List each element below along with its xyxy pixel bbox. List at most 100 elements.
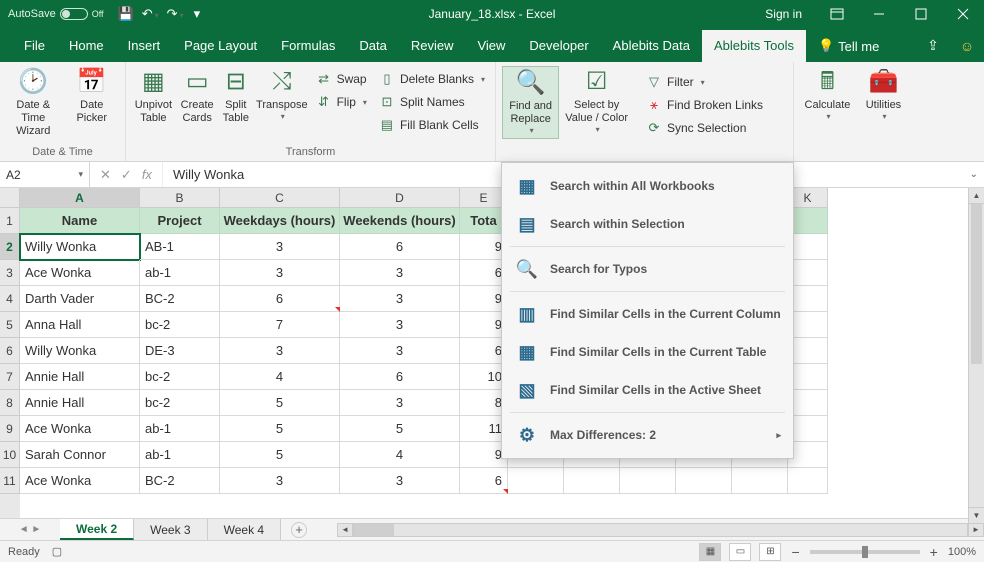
hscroll-right-icon[interactable]: ► (968, 523, 984, 537)
cell[interactable] (788, 312, 828, 338)
row-header-3[interactable]: 3 (0, 260, 20, 286)
sheet-tab-week-3[interactable]: Week 3 (134, 519, 207, 540)
column-header-D[interactable]: D (340, 188, 460, 208)
cell[interactable]: Ace Wonka (20, 416, 140, 442)
delete-blanks-button[interactable]: ▯Delete Blanks▾ (375, 69, 489, 89)
column-header-K[interactable]: K (788, 188, 828, 208)
cell[interactable]: 3 (340, 390, 460, 416)
select-all-corner[interactable] (0, 188, 20, 208)
header-cell[interactable]: Weekends (hours) (340, 208, 460, 234)
redo-icon[interactable]: ↷▾ (167, 6, 184, 22)
autosave-control[interactable]: AutoSave Off (0, 8, 112, 20)
cell[interactable]: 5 (340, 416, 460, 442)
cell[interactable]: 5 (220, 442, 340, 468)
cell[interactable]: 5 (220, 390, 340, 416)
cell[interactable]: 3 (340, 312, 460, 338)
cell[interactable]: Willy Wonka (20, 338, 140, 364)
dd-similar-active-sheet[interactable]: ▧Find Similar Cells in the Active Sheet (502, 371, 793, 409)
header-cell[interactable] (788, 208, 828, 234)
unpivot-table-button[interactable]: ▦Unpivot Table (132, 66, 175, 127)
cell[interactable]: 6 (220, 286, 340, 312)
cell[interactable]: ab-1 (140, 260, 220, 286)
tab-developer[interactable]: Developer (517, 30, 600, 62)
row-header-7[interactable]: 7 (0, 364, 20, 390)
tab-insert[interactable]: Insert (116, 30, 173, 62)
hscroll-thumb[interactable] (354, 524, 394, 536)
cell[interactable] (564, 468, 620, 494)
column-header-B[interactable]: B (140, 188, 220, 208)
header-cell[interactable]: Weekdays (hours) (220, 208, 340, 234)
sheet-tab-week-2[interactable]: Week 2 (60, 519, 134, 540)
cell[interactable]: Anna Hall (20, 312, 140, 338)
find-broken-links-button[interactable]: ⚹Find Broken Links (642, 95, 787, 115)
cell[interactable]: bc-2 (140, 390, 220, 416)
cell[interactable] (732, 468, 788, 494)
header-cell[interactable]: Project (140, 208, 220, 234)
filter-button[interactable]: ▽Filter▾ (642, 72, 787, 92)
select-by-value-color-button[interactable]: ☑Select by Value / Color▾ (563, 66, 630, 137)
cell[interactable]: 4 (340, 442, 460, 468)
cell[interactable]: 3 (220, 338, 340, 364)
row-header-10[interactable]: 10 (0, 442, 20, 468)
header-cell[interactable]: Name (20, 208, 140, 234)
page-break-view-button[interactable]: ⊞ (759, 543, 781, 561)
expand-formula-bar-icon[interactable]: ⌄ (970, 169, 978, 180)
minimize-button[interactable] (858, 0, 900, 28)
cell[interactable]: 7 (220, 312, 340, 338)
swap-button[interactable]: ⇄Swap (312, 69, 371, 89)
split-table-button[interactable]: ⊟Split Table (220, 66, 252, 127)
dd-similar-current-column[interactable]: ▥Find Similar Cells in the Current Colum… (502, 295, 793, 333)
fx-icon[interactable]: fx (142, 167, 152, 182)
column-header-A[interactable]: A (20, 188, 140, 208)
column-header-C[interactable]: C (220, 188, 340, 208)
cell[interactable] (788, 416, 828, 442)
dd-search-within-selection[interactable]: ▤Search within Selection (502, 205, 793, 243)
tab-ablebits-data[interactable]: Ablebits Data (601, 30, 702, 62)
cell[interactable]: AB-1 (140, 234, 220, 260)
sheet-tab-week-4[interactable]: Week 4 (208, 519, 281, 540)
cell[interactable] (788, 468, 828, 494)
dd-search-all-workbooks[interactable]: ▦Search within All Workbooks (502, 167, 793, 205)
macro-record-icon[interactable]: ▢ (52, 545, 62, 558)
flip-button[interactable]: ⇵Flip▾ (312, 92, 371, 112)
cell[interactable] (788, 364, 828, 390)
tab-data[interactable]: Data (347, 30, 398, 62)
row-header-6[interactable]: 6 (0, 338, 20, 364)
cell[interactable]: bc-2 (140, 364, 220, 390)
cell[interactable]: 3 (220, 260, 340, 286)
tab-review[interactable]: Review (399, 30, 466, 62)
close-button[interactable] (942, 0, 984, 28)
cell[interactable]: ab-1 (140, 442, 220, 468)
cell[interactable] (788, 260, 828, 286)
tab-ablebits-tools[interactable]: Ablebits Tools (702, 30, 806, 62)
transpose-button[interactable]: ⤭Transpose▾ (256, 66, 308, 124)
cell[interactable]: BC-2 (140, 286, 220, 312)
undo-icon[interactable]: ↶▾ (142, 6, 159, 22)
tell-me[interactable]: 💡Tell me (806, 30, 891, 62)
date-time-wizard-button[interactable]: 🕑Date & Time Wizard (6, 66, 61, 140)
row-header-11[interactable]: 11 (0, 468, 20, 494)
cell[interactable]: 3 (220, 234, 340, 260)
cell[interactable]: ab-1 (140, 416, 220, 442)
tab-home[interactable]: Home (57, 30, 116, 62)
cell[interactable] (788, 286, 828, 312)
new-sheet-button[interactable]: + (291, 522, 307, 538)
cell[interactable]: Willy Wonka (20, 234, 140, 260)
cell[interactable] (788, 338, 828, 364)
find-and-replace-button[interactable]: 🔍Find and Replace▾ (502, 66, 559, 139)
row-header-5[interactable]: 5 (0, 312, 20, 338)
sync-selection-button[interactable]: ⟳Sync Selection (642, 118, 787, 138)
vscroll-thumb[interactable] (971, 204, 982, 364)
normal-view-button[interactable]: ▦ (699, 543, 721, 561)
create-cards-button[interactable]: ▭Create Cards (179, 66, 216, 127)
cell[interactable]: 3 (340, 286, 460, 312)
cell[interactable]: Sarah Connor (20, 442, 140, 468)
cell[interactable]: Ace Wonka (20, 468, 140, 494)
cell[interactable]: 6 (340, 364, 460, 390)
autosave-toggle[interactable] (60, 8, 88, 20)
row-header-4[interactable]: 4 (0, 286, 20, 312)
cell[interactable]: Darth Vader (20, 286, 140, 312)
row-header-8[interactable]: 8 (0, 390, 20, 416)
name-box-dropdown-icon[interactable]: ▾ (78, 169, 83, 180)
zoom-in-button[interactable]: + (928, 544, 940, 560)
